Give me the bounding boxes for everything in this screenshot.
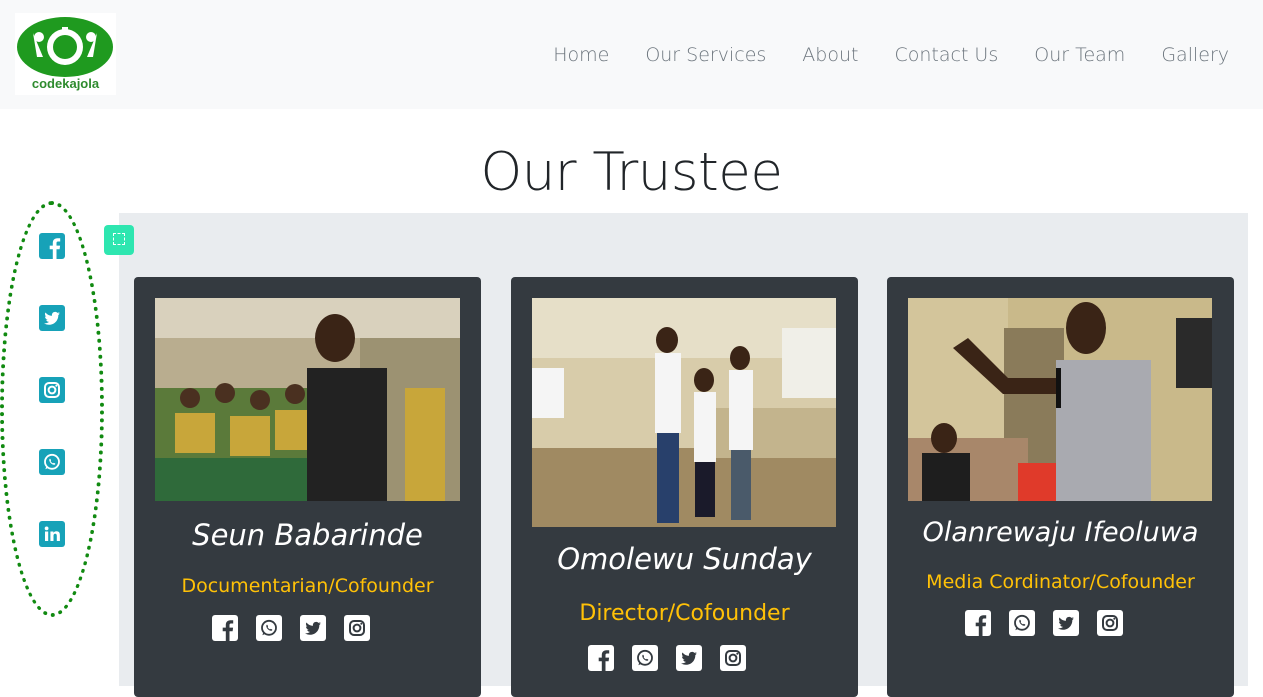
- trustee-card: Omolewu Sunday Director/Cofounder: [511, 277, 858, 697]
- facebook-icon[interactable]: [39, 233, 65, 259]
- trustee-name: Omolewu Sunday: [557, 542, 812, 576]
- trustee-name: Seun Babarinde: [192, 518, 423, 552]
- trustee-photo: [532, 298, 836, 527]
- twitter-icon[interactable]: [39, 305, 65, 331]
- logo-text: codekajola: [31, 76, 100, 91]
- instagram-icon[interactable]: [1097, 610, 1123, 636]
- nav-home[interactable]: Home: [553, 44, 609, 66]
- twitter-icon[interactable]: [676, 645, 702, 671]
- facebook-icon[interactable]: [212, 615, 238, 641]
- linkedin-icon[interactable]: [39, 521, 65, 547]
- twitter-icon[interactable]: [300, 615, 326, 641]
- nav-our-services[interactable]: Our Services: [645, 44, 766, 66]
- whatsapp-icon[interactable]: [632, 645, 658, 671]
- whatsapp-icon[interactable]: [1009, 610, 1035, 636]
- page-title: Our Trustee: [480, 142, 783, 203]
- trustee-photo: [908, 298, 1212, 501]
- trustee-social-icons: [212, 615, 370, 641]
- trustee-photo: [155, 298, 460, 501]
- instagram-icon[interactable]: [39, 377, 65, 403]
- instagram-icon[interactable]: [720, 645, 746, 671]
- whatsapp-icon[interactable]: [256, 615, 282, 641]
- main-nav: Home Our Services About Contact Us Our T…: [553, 44, 1229, 66]
- facebook-icon[interactable]: [588, 645, 614, 671]
- logo-emblem-icon: [17, 17, 113, 77]
- trustee-social-icons: [588, 645, 746, 671]
- brand-logo[interactable]: codekajola: [15, 13, 116, 95]
- trustee-social-icons: [965, 610, 1123, 636]
- nav-our-team[interactable]: Our Team: [1034, 44, 1125, 66]
- trustee-role: Documentarian/Cofounder: [181, 575, 434, 597]
- nav-gallery[interactable]: Gallery: [1161, 44, 1229, 66]
- navbar: codekajola Home Our Services About Conta…: [0, 0, 1263, 109]
- trustee-name: Olanrewaju Ifeoluwa: [922, 517, 1199, 548]
- facebook-icon[interactable]: [965, 610, 991, 636]
- nav-about[interactable]: About: [802, 44, 858, 66]
- qr-widget-button[interactable]: [104, 225, 134, 255]
- nav-contact-us[interactable]: Contact Us: [894, 44, 998, 66]
- instagram-icon[interactable]: [344, 615, 370, 641]
- trustee-card: Olanrewaju Ifeoluwa Media Cordinator/Cof…: [887, 277, 1234, 697]
- trustee-role: Director/Cofounder: [579, 601, 790, 626]
- whatsapp-icon[interactable]: [39, 449, 65, 475]
- twitter-icon[interactable]: [1053, 610, 1079, 636]
- trustee-role: Media Cordinator/Cofounder: [926, 571, 1195, 593]
- trustee-card: Seun Babarinde Documentarian/Cofounder: [134, 277, 481, 697]
- social-rail: [0, 201, 104, 617]
